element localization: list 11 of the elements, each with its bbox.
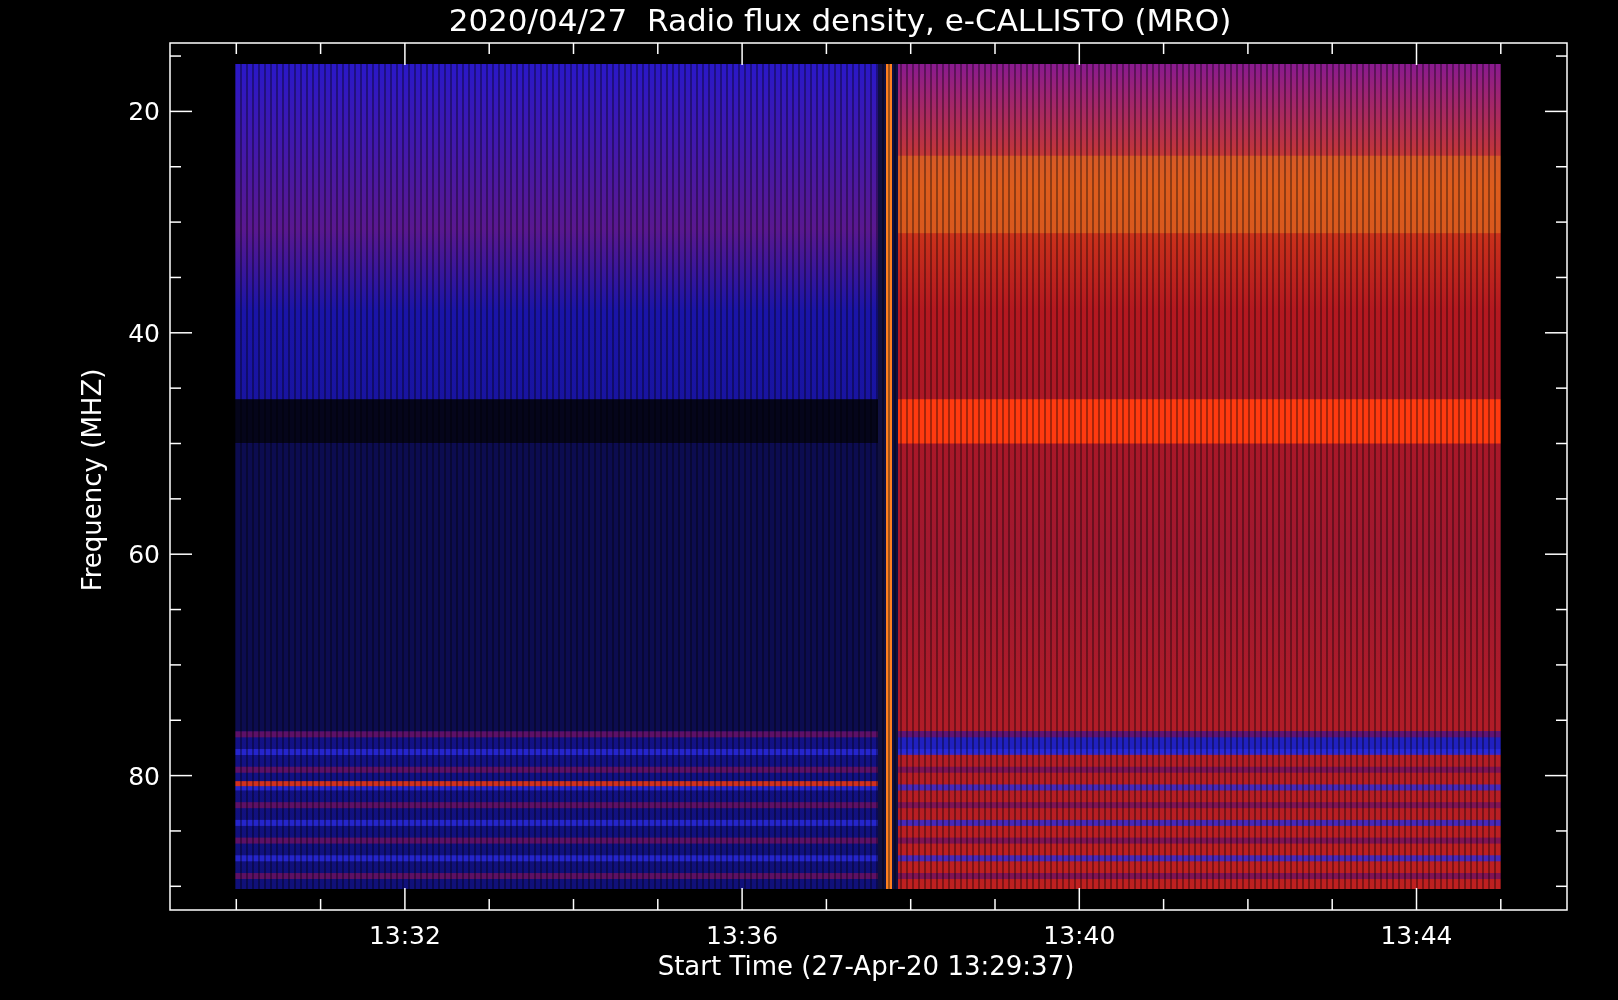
- x-axis-label: Start Time (27-Apr-20 13:29:37): [657, 951, 1075, 981]
- y-axis-tick-label: 80: [128, 761, 160, 791]
- x-axis-tick-label: 13:36: [706, 921, 779, 950]
- y-axis-tick-label: 60: [128, 540, 160, 570]
- x-axis-tick-label: 13:40: [1043, 921, 1116, 950]
- y-axis-tick-label: 40: [128, 318, 160, 348]
- chart-title: 2020/04/27 Radio flux density, e-CALLISTO (MRO): [448, 2, 1232, 38]
- x-axis-tick-label: 13:32: [368, 921, 441, 950]
- y-axis-label: Frequency (MHZ): [77, 368, 107, 592]
- y-axis-tick-label: 20: [128, 97, 160, 127]
- x-axis-tick-label: 13:44: [1380, 921, 1453, 950]
